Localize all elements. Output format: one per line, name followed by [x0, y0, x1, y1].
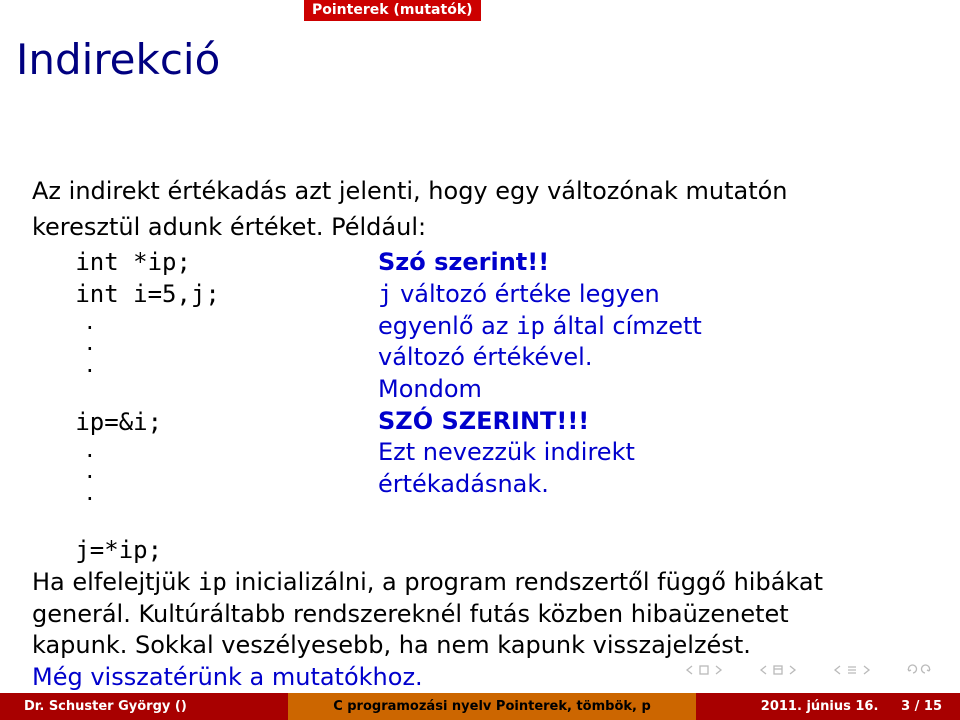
nav-group-doc — [832, 664, 872, 676]
nav-doclist-icon[interactable] — [846, 664, 858, 676]
code-line-2: int i=5,j; — [32, 280, 220, 308]
intro-line-2: keresztül adunk értéket. Például: — [32, 212, 928, 244]
comment-line-5: SZÓ SZERINT!!! — [378, 406, 928, 438]
nav-secnext-icon[interactable] — [786, 664, 798, 676]
code-line-4: j=*ip; — [32, 536, 162, 564]
nav-secframe-icon[interactable] — [772, 664, 784, 676]
intro-line-1: Az indirekt értékadás azt jelenti, hogy … — [32, 176, 928, 208]
nav-group-section — [758, 664, 798, 676]
comment-heading: Szó szerint!! — [378, 247, 928, 279]
footline: Dr. Schuster György () C programozási ny… — [0, 693, 960, 720]
vertical-dots-1: ... — [32, 311, 362, 376]
slide: Pointerek (mutatók) Indirekció Az indire… — [0, 0, 960, 720]
two-column: int *ip; int i=5,j; ... ip=&i; ... j=*ip… — [32, 247, 928, 567]
slide-body: Az indirekt értékadás azt jelenti, hogy … — [32, 176, 928, 694]
after-line-3: kapunk. Sokkal veszélyesebb, ha nem kapu… — [32, 630, 928, 662]
nav-undo-icon[interactable] — [906, 664, 918, 676]
nav-frame-icon[interactable] — [698, 664, 710, 676]
comment-line-4: Mondom — [378, 374, 928, 406]
nav-secprev-icon[interactable] — [758, 664, 770, 676]
comment-line-3: változó értékével. — [378, 342, 928, 374]
nav-first-icon[interactable] — [684, 664, 696, 676]
comment-block: Szó szerint!! j változó értéke legyen eg… — [378, 247, 928, 500]
code-line-1: int *ip; — [32, 248, 191, 276]
footer-date-page: 2011. június 16. 3 / 15 — [696, 693, 960, 720]
code-block: int *ip; int i=5,j; ... ip=&i; ... j=*ip… — [32, 247, 362, 567]
after-line-1: Ha elfelejtjük ip inicializálni, a progr… — [32, 567, 928, 599]
footer-author: Dr. Schuster György () — [0, 693, 288, 720]
vertical-dots-2: ... — [32, 439, 362, 504]
nav-redo-icon[interactable] — [920, 664, 932, 676]
code-line-3: ip=&i; — [32, 408, 162, 436]
footer-doctitle: C programozási nyelv Pointerek, tömbök, … — [288, 693, 696, 720]
nav-group-slide — [684, 664, 724, 676]
slide-title: Indirekció — [16, 35, 220, 84]
nav-docnext-icon[interactable] — [860, 664, 872, 676]
section-outline: Pointerek (mutatók) — [304, 0, 481, 21]
comment-line-7: értékadásnak. — [378, 469, 928, 501]
beamer-nav — [684, 664, 932, 676]
comment-line-6: Ezt nevezzük indirekt — [378, 437, 928, 469]
nav-docprev-icon[interactable] — [832, 664, 844, 676]
nav-group-back — [906, 664, 932, 676]
comment-line-2: egyenlő az ip által címzett — [378, 311, 928, 343]
comment-line-1: j változó értéke legyen — [378, 279, 928, 311]
after-line-2: generál. Kultúráltabb rendszereknél futá… — [32, 599, 928, 631]
nav-prev-icon[interactable] — [712, 664, 724, 676]
